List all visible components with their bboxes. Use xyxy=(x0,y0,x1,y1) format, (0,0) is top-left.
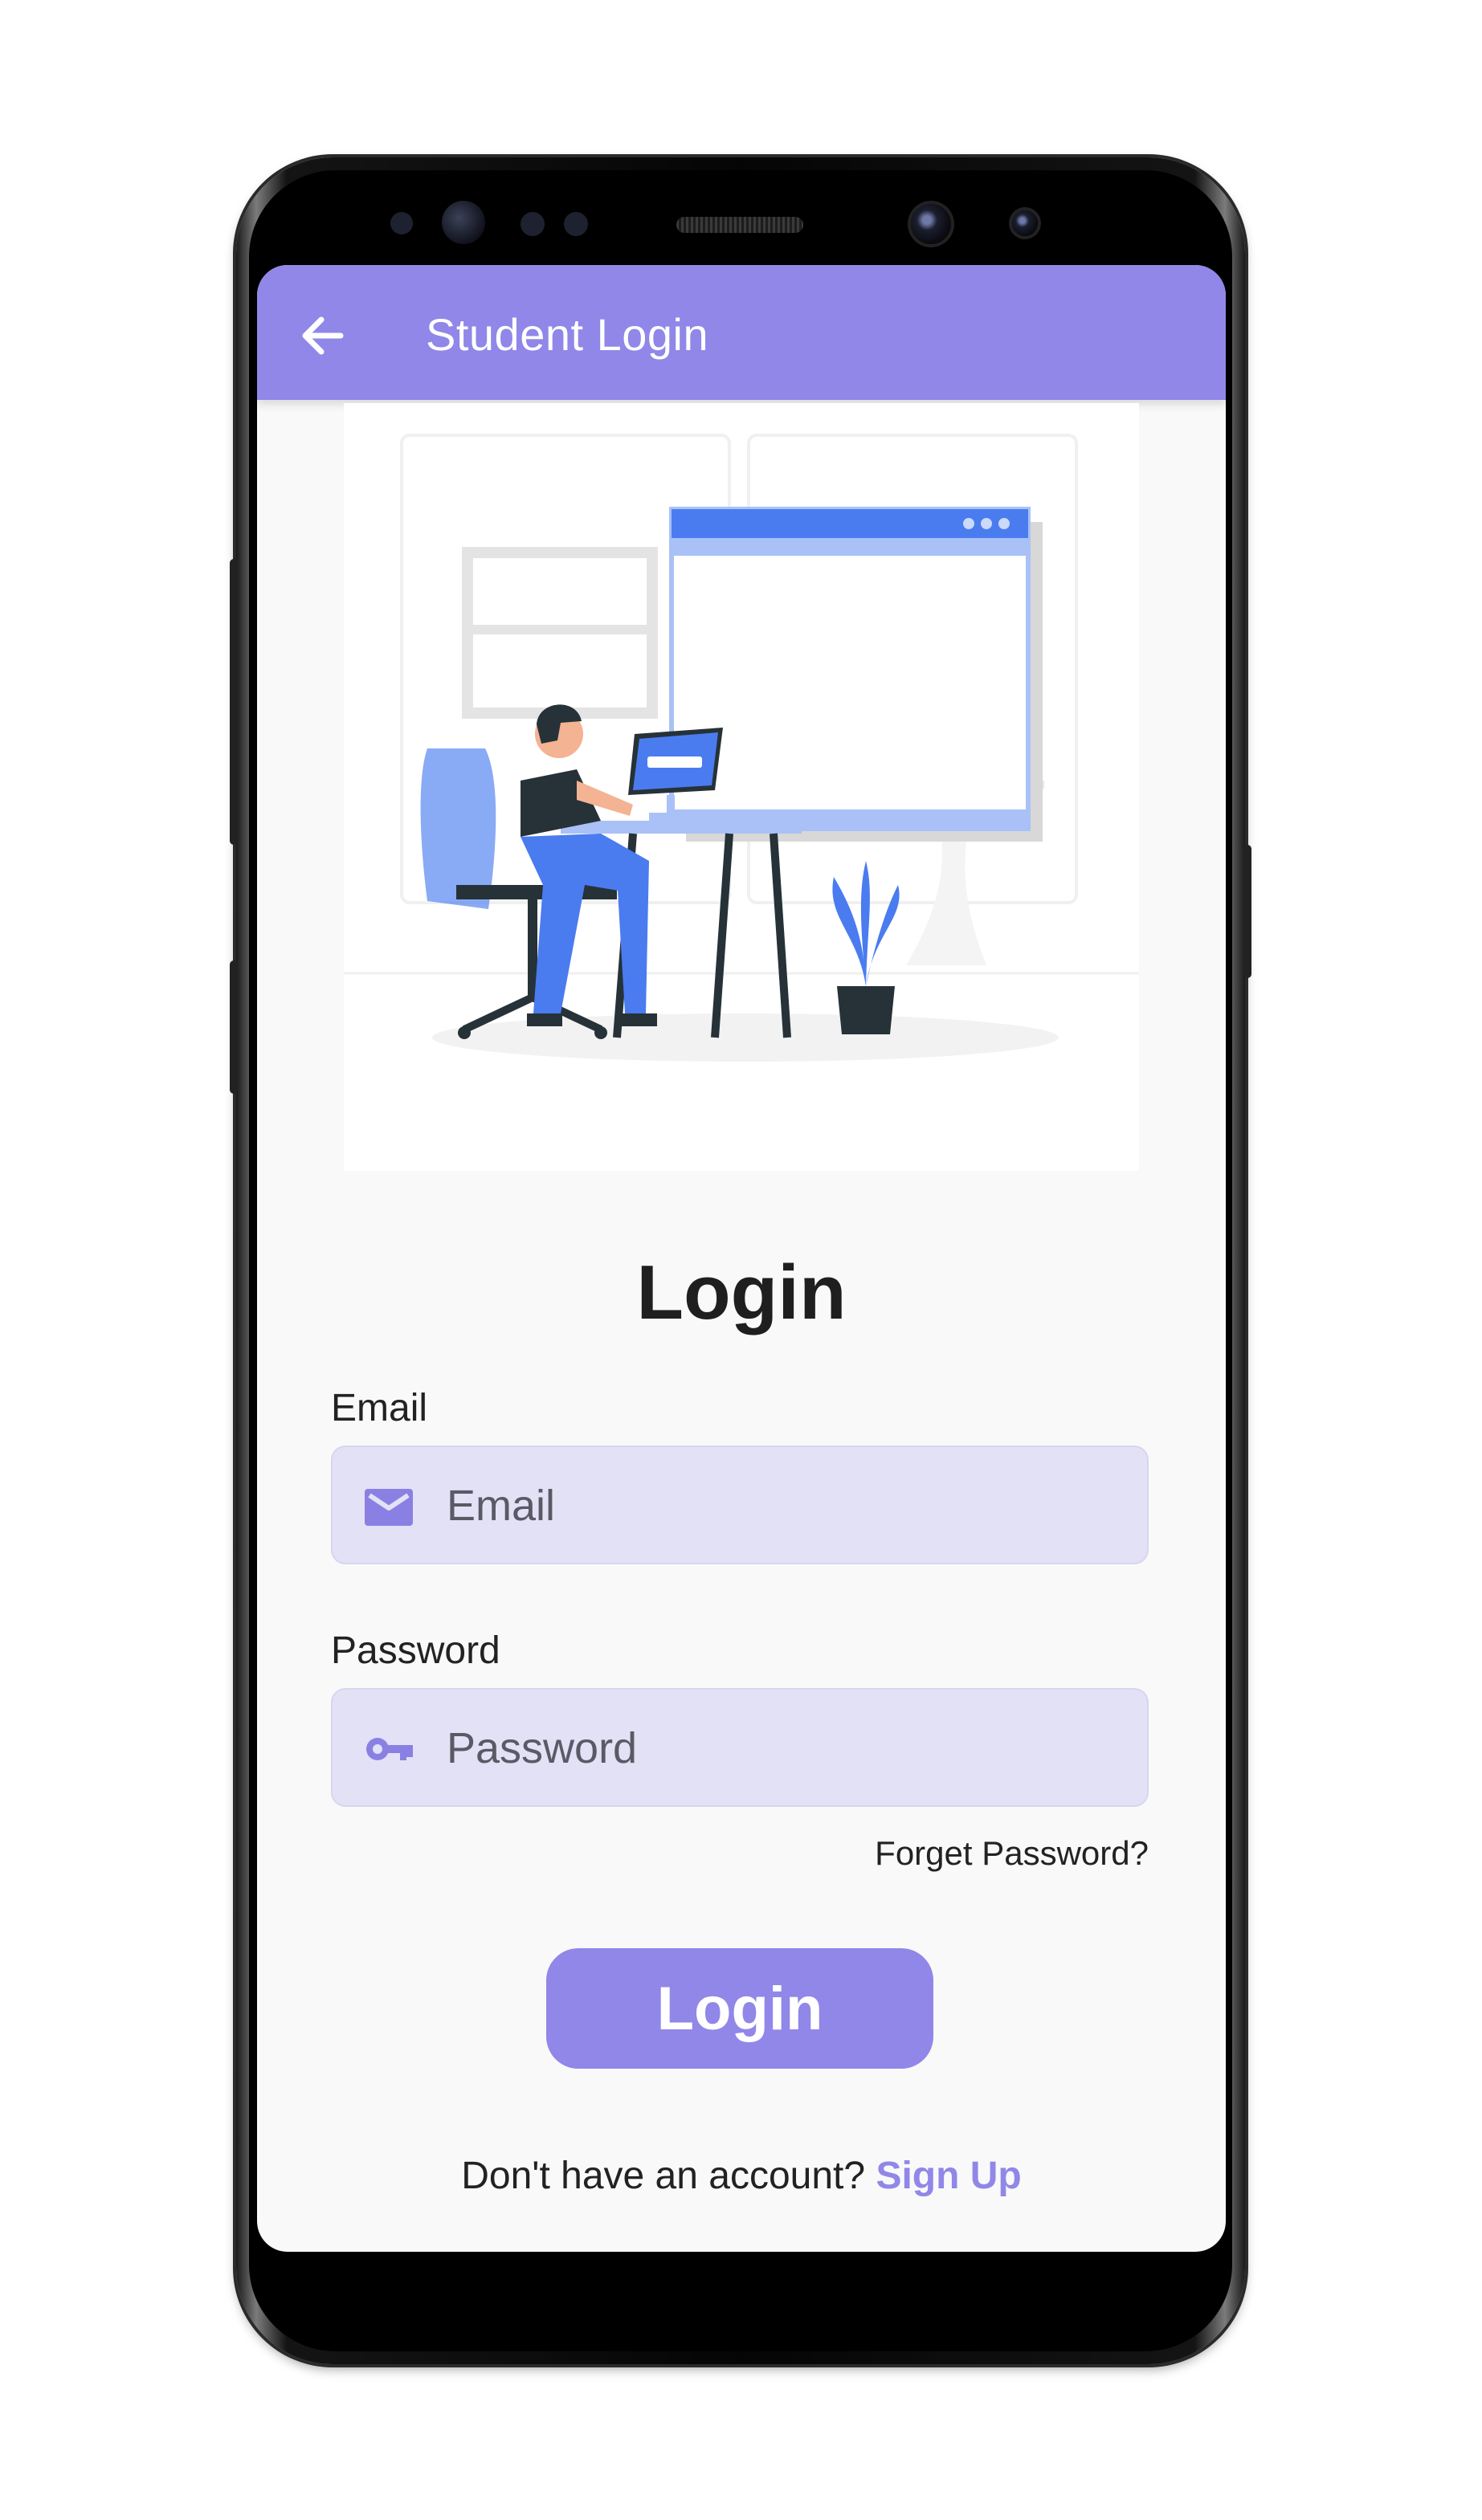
bixby-button xyxy=(230,960,238,1094)
app-bar: Student Login xyxy=(257,265,1226,400)
sensor-dot xyxy=(390,212,413,234)
forgot-password-link[interactable]: Forget Password? xyxy=(875,1834,1149,1873)
earpiece-speaker xyxy=(676,217,803,233)
mail-icon xyxy=(365,1489,413,1526)
password-field[interactable] xyxy=(331,1688,1149,1807)
email-input[interactable] xyxy=(445,1447,1139,1564)
person-at-desk-illustration xyxy=(344,403,1139,1171)
signup-prompt: Don't have an account? xyxy=(461,2155,866,2197)
email-field[interactable] xyxy=(331,1446,1149,1564)
key-icon xyxy=(366,1738,413,1760)
signup-row: Don't have an account? Sign Up xyxy=(257,2154,1226,2198)
signup-link[interactable]: Sign Up xyxy=(876,2155,1021,2197)
login-heading: Login xyxy=(636,1250,847,1335)
login-button[interactable]: Login xyxy=(546,1948,933,2069)
app-screen: Student Login Login Email Email Password… xyxy=(257,265,1226,2252)
front-camera xyxy=(911,204,951,244)
password-input[interactable] xyxy=(445,1690,1139,1807)
login-illustration xyxy=(344,403,1139,1171)
iris-sensor xyxy=(442,201,485,244)
iris-camera xyxy=(1012,210,1038,236)
email-label: Email xyxy=(331,1387,428,1429)
arrow-back-icon xyxy=(302,316,344,355)
page-title: Student Login xyxy=(426,309,709,360)
back-button[interactable] xyxy=(291,304,355,368)
sensor-dot xyxy=(521,212,545,236)
volume-button xyxy=(230,559,238,845)
sensor-dot xyxy=(564,212,588,236)
password-label: Password xyxy=(331,1629,500,1672)
power-button xyxy=(1243,845,1251,978)
